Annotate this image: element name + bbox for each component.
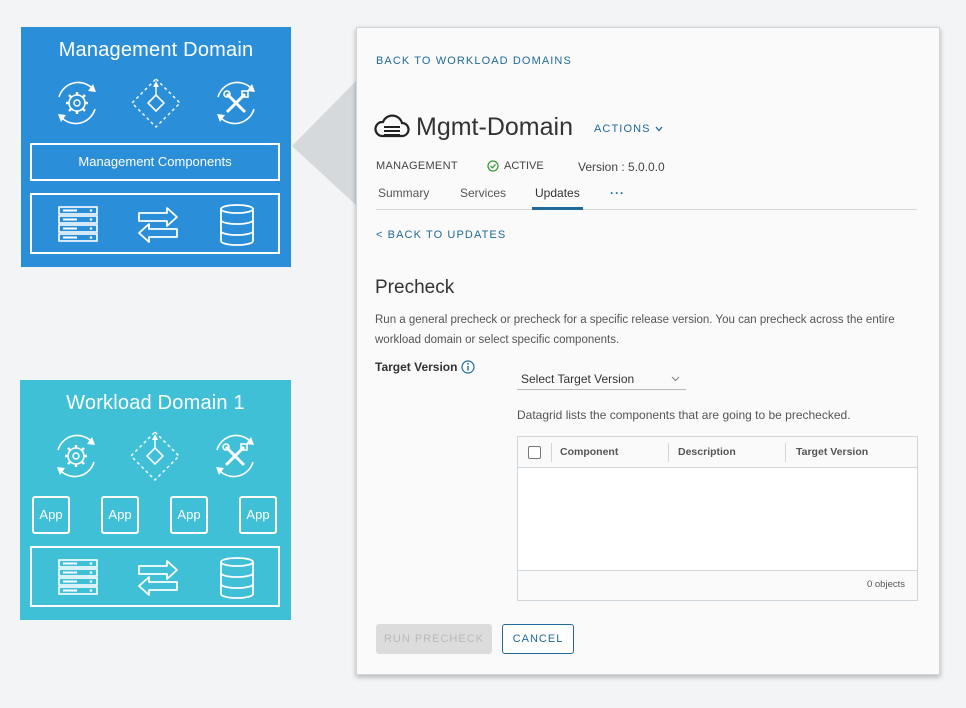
app-box: App [101, 496, 139, 534]
database-icon [220, 557, 254, 599]
select-all-checkbox[interactable] [528, 446, 541, 459]
precheck-description: Run a general precheck or precheck for a… [375, 314, 895, 346]
domain-header: Mgmt-Domain [374, 110, 573, 144]
domain-status: ACTIVE [487, 160, 544, 172]
components-datagrid: Component Description Target Version 0 o… [517, 436, 918, 601]
column-component[interactable]: Component [560, 437, 618, 468]
back-to-updates-link[interactable]: < BACK TO UPDATES [376, 229, 506, 241]
network-diamond-icon [130, 431, 180, 481]
management-domain-tile: Management Domain Management Components [21, 27, 291, 267]
workload-domain-tile: Workload Domain 1 App App App App [20, 380, 291, 620]
tab-updates[interactable]: Updates [532, 186, 583, 210]
transfer-arrows-icon [138, 560, 178, 596]
domain-update-panel: BACK TO WORKLOAD DOMAINS Mgmt-Domain ACT… [356, 27, 940, 675]
column-separator [668, 443, 669, 462]
cancel-button[interactable]: CANCEL [502, 624, 574, 654]
chevron-down-icon [655, 126, 663, 132]
domain-name: Mgmt-Domain [416, 112, 573, 141]
datagrid-header: Component Description Target Version [518, 437, 917, 468]
info-icon[interactable] [461, 360, 476, 374]
app-box: App [239, 496, 277, 534]
column-target-version[interactable]: Target Version [796, 437, 868, 468]
datagrid-caption: Datagrid lists the components that are g… [517, 408, 851, 422]
back-to-workload-domains-link[interactable]: BACK TO WORKLOAD DOMAINS [376, 55, 572, 67]
precheck-title: Precheck [375, 277, 455, 298]
actions-dropdown[interactable]: ACTIONS [594, 123, 663, 135]
target-version-label: Target Version [375, 360, 476, 374]
tools-cycle-icon [217, 81, 255, 125]
app-box: App [170, 496, 208, 534]
run-precheck-button[interactable]: RUN PRECHECK [376, 624, 492, 654]
management-icons-row [21, 75, 291, 131]
target-version-text: Target Version [375, 360, 458, 374]
app-box: App [32, 496, 70, 534]
column-separator [785, 443, 786, 462]
column-separator [551, 443, 552, 462]
tab-summary[interactable]: Summary [378, 186, 429, 210]
network-diamond-icon [131, 78, 181, 128]
gear-cycle-icon [58, 81, 96, 125]
domain-type: MANAGEMENT [376, 160, 458, 172]
target-version-select[interactable]: Select Target Version [517, 370, 686, 390]
transfer-arrows-icon [138, 207, 178, 243]
management-domain-title: Management Domain [58, 39, 254, 61]
workload-icons-row [20, 428, 291, 484]
domain-version: Version : 5.0.0.0 [578, 160, 665, 174]
status-label: ACTIVE [504, 160, 544, 172]
workload-hardware-box [30, 546, 280, 607]
tab-bar: Summary Services Updates ··· [376, 186, 917, 210]
tab-services[interactable]: Services [460, 186, 506, 210]
server-rack-icon [58, 559, 98, 595]
server-rack-icon [58, 206, 98, 242]
management-hardware-box [30, 193, 280, 254]
datagrid-footer: 0 objects [518, 570, 917, 600]
gear-cycle-icon [57, 434, 95, 478]
workload-domain-title: Workload Domain 1 [66, 392, 245, 414]
column-description[interactable]: Description [678, 437, 736, 468]
database-icon [220, 204, 254, 246]
tools-cycle-icon [216, 434, 254, 478]
cloud-storage-icon [374, 114, 410, 138]
chevron-down-icon [671, 376, 680, 382]
select-placeholder: Select Target Version [521, 372, 635, 386]
check-circle-icon [487, 160, 499, 172]
tab-more-menu[interactable]: ··· [610, 186, 625, 210]
management-components-box: Management Components [30, 143, 280, 181]
actions-label: ACTIONS [594, 123, 651, 135]
